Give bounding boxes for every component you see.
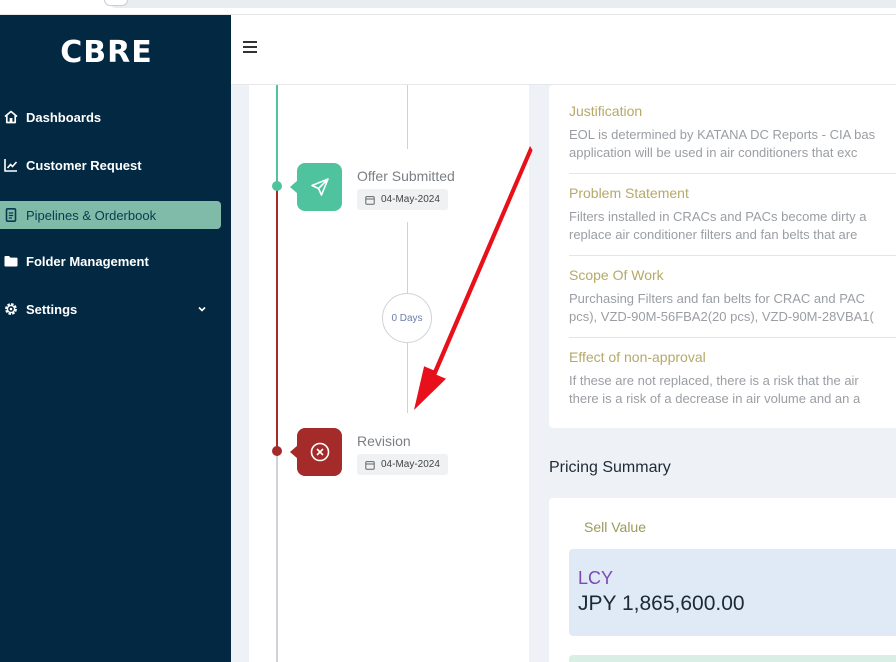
chart-line-icon: [0, 157, 26, 173]
section-text-line: EOL is determined by KATANA DC Reports -…: [569, 127, 876, 142]
timeline-line-pending: [276, 451, 278, 662]
top-header: [231, 15, 896, 85]
section-text-line: Filters installed in CRACs and PACs beco…: [569, 209, 867, 224]
section-title-problem-statement: Problem Statement: [569, 185, 689, 201]
sidebar-item-label: Customer Request: [26, 157, 142, 173]
stage-connector: [407, 85, 408, 149]
close-circle-icon: [310, 442, 329, 462]
stage-date: 04-May-2024: [381, 459, 440, 470]
sidebar-item-settings[interactable]: Settings: [0, 295, 221, 323]
section-title-justification: Justification: [569, 103, 643, 119]
sidebar-item-label: Dashboards: [26, 109, 102, 125]
stage-connector: [407, 222, 408, 293]
address-bar[interactable]: [108, 0, 896, 8]
timeline-dot: [272, 181, 282, 191]
timeline-line-completed: [276, 85, 278, 186]
section-text-line: application will be used in air conditio…: [569, 145, 858, 160]
stage-date-badge: 04-May-2024: [357, 454, 448, 475]
stage-date-badge: 04-May-2024: [357, 189, 448, 210]
document-icon: [0, 207, 26, 223]
days-gap-indicator: 0 Days: [382, 293, 432, 343]
sidebar-item-pipelines-orderbook[interactable]: Pipelines & Orderbook: [0, 201, 221, 229]
pricing-summary-heading: Pricing Summary: [549, 459, 671, 476]
sidebar: CBRE Dashboards Customer Request Pipelin…: [0, 15, 231, 662]
chevron-down-icon[interactable]: [197, 304, 207, 314]
calendar-icon: [365, 460, 375, 470]
calendar-icon: [365, 195, 375, 205]
sidebar-item-label: Settings: [26, 301, 78, 317]
sidebar-item-folder-management[interactable]: Folder Management: [0, 247, 221, 275]
section-title-scope-of-work: Scope Of Work: [569, 267, 664, 283]
browser-control[interactable]: [104, 0, 128, 6]
section-text-line: Purchasing Filters and fan belts for CRA…: [569, 291, 866, 306]
section-text-line: pcs), VZD-90M-56FBA2(20 pcs), VZD-90M-28…: [569, 309, 874, 324]
gear-icon: [0, 301, 26, 317]
lcy-amount: JPY 1,865,600.00: [578, 592, 745, 615]
timeline-line-revision: [276, 186, 278, 451]
stage-title: Offer Submitted: [357, 168, 455, 184]
section-divider: [569, 255, 896, 256]
hamburger-icon[interactable]: [243, 41, 258, 55]
browser-top-bar: [0, 0, 896, 15]
sidebar-item-label: Folder Management: [26, 253, 149, 269]
send-icon: [310, 178, 329, 196]
lcy-label: LCY: [578, 568, 614, 588]
sidebar-item-dashboards[interactable]: Dashboards: [0, 103, 221, 131]
timeline-dot: [272, 446, 282, 456]
next-value-box: [569, 655, 896, 662]
section-text-line: there is a risk of a decrease in air vol…: [569, 391, 861, 406]
section-text-line: If these are not replaced, there is a ri…: [569, 373, 859, 388]
sell-value-label: Sell Value: [584, 519, 647, 535]
section-title-effect-of-non-approval: Effect of non-approval: [569, 349, 706, 365]
sidebar-item-label: Pipelines & Orderbook: [26, 207, 157, 223]
home-icon: [0, 109, 26, 125]
brand-logo[interactable]: CBRE: [0, 35, 213, 70]
section-divider: [569, 173, 896, 174]
section-divider: [569, 337, 896, 338]
stage-title: Revision: [357, 433, 411, 449]
section-text-line: replace air conditioner filters and fan …: [569, 227, 858, 242]
days-gap-label: 0 Days: [391, 312, 423, 324]
sidebar-item-customer-request[interactable]: Customer Request: [0, 151, 221, 179]
stage-date: 04-May-2024: [381, 194, 440, 205]
folder-icon: [0, 253, 26, 269]
stage-connector: [407, 343, 408, 413]
stage-badge-revision: [290, 428, 342, 476]
stage-badge-offer-submitted: [290, 163, 342, 211]
